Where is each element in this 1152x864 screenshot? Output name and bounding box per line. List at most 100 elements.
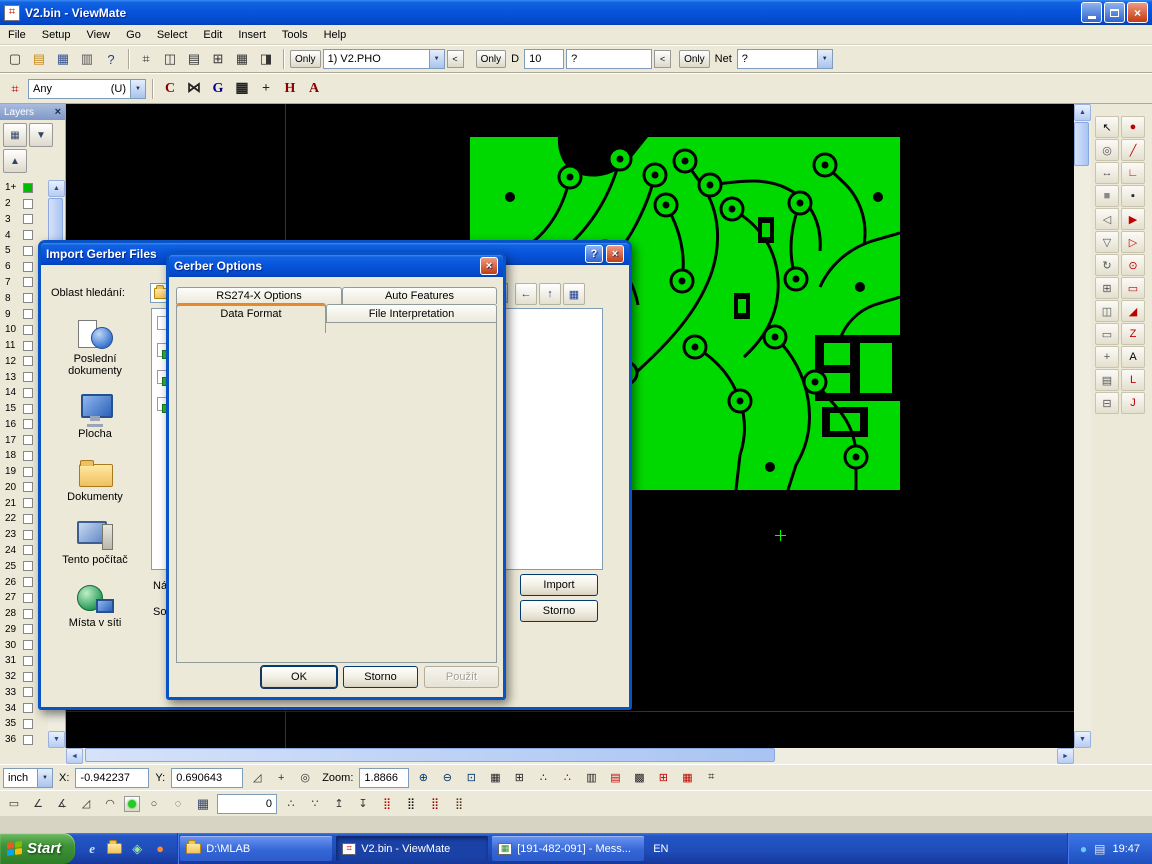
- only-dcode-toggle[interactable]: Only: [476, 50, 507, 68]
- layer-color-swatch[interactable]: [23, 246, 33, 256]
- inspect-icon[interactable]: ◎: [1095, 139, 1119, 161]
- probe-b-icon[interactable]: ◌: [167, 793, 189, 815]
- rotate-icon[interactable]: ↻: [1095, 254, 1119, 276]
- layer-color-swatch[interactable]: [23, 561, 33, 571]
- layer-color-swatch[interactable]: [23, 640, 33, 650]
- pattern-e-icon[interactable]: ▦: [676, 767, 698, 789]
- layer-color-swatch[interactable]: [23, 719, 33, 729]
- draw-line-icon[interactable]: ╱: [1121, 139, 1145, 161]
- swap-layers-button[interactable]: ⋈: [183, 78, 205, 100]
- cancel-button[interactable]: Storno: [343, 666, 418, 688]
- layer-color-swatch[interactable]: [23, 545, 33, 555]
- layer-color-swatch[interactable]: [23, 593, 33, 603]
- menu-item[interactable]: View: [78, 25, 118, 45]
- layer-down-button[interactable]: ▼: [29, 123, 53, 147]
- ok-button[interactable]: OK: [261, 666, 337, 688]
- print-icon[interactable]: ▥: [76, 48, 98, 70]
- import-button[interactable]: Import: [520, 574, 598, 596]
- draw-arrow-icon[interactable]: ▶: [1121, 208, 1145, 230]
- mirror-y-icon[interactable]: ▽: [1095, 231, 1119, 253]
- layer-color-swatch[interactable]: [23, 183, 33, 193]
- vertical-scrollbar[interactable]: ▲ ▼: [1074, 104, 1091, 748]
- layer-color-swatch[interactable]: [23, 435, 33, 445]
- close-icon[interactable]: ×: [480, 257, 498, 275]
- grid-fine-icon[interactable]: ▦: [484, 767, 506, 789]
- open-file-icon[interactable]: ▤: [28, 48, 50, 70]
- origin-cross-icon[interactable]: +: [270, 767, 292, 789]
- menu-item[interactable]: File: [0, 25, 34, 45]
- layer-color-swatch[interactable]: [23, 451, 33, 461]
- select-pointer-icon[interactable]: ↖: [1095, 116, 1119, 138]
- pan-icon[interactable]: ↔: [1095, 162, 1119, 184]
- anchor-down-icon[interactable]: ↧: [352, 793, 374, 815]
- scroll-down-icon[interactable]: ▼: [1074, 731, 1091, 748]
- taskbar-task-mlab[interactable]: D:\MLAB: [180, 836, 332, 861]
- target-icon[interactable]: ◎: [294, 767, 316, 789]
- collapse-icon[interactable]: ⊟: [1095, 392, 1119, 414]
- layer-color-swatch[interactable]: [23, 467, 33, 477]
- scroll-up-icon[interactable]: ▲: [48, 180, 65, 197]
- layer-color-swatch[interactable]: [23, 262, 33, 272]
- layer-row[interactable]: 2: [0, 196, 48, 212]
- menu-item[interactable]: Help: [316, 25, 355, 45]
- align-icon[interactable]: ◫: [1095, 300, 1119, 322]
- taskbar-task-viewmate[interactable]: ⌗ V2.bin - ViewMate: [336, 836, 488, 861]
- layer-select[interactable]: 1) V2.PHO▼: [323, 49, 445, 69]
- grid-settings-icon[interactable]: ⊞: [207, 48, 229, 70]
- menu-item[interactable]: Setup: [34, 25, 79, 45]
- menu-item[interactable]: Tools: [274, 25, 316, 45]
- layer-color-swatch[interactable]: [23, 498, 33, 508]
- scroll-right-icon[interactable]: ►: [1057, 748, 1074, 764]
- dot-grid-alt-icon[interactable]: ∵: [304, 793, 326, 815]
- cancel-button[interactable]: Storno: [520, 600, 598, 622]
- arc-measure-icon[interactable]: ◠: [99, 793, 121, 815]
- apply-button[interactable]: Použít: [424, 666, 499, 688]
- up-folder-icon[interactable]: ↑: [539, 283, 561, 305]
- tab-rs274x-options[interactable]: RS274-X Options: [176, 287, 342, 304]
- scrollbar-thumb[interactable]: [1074, 122, 1089, 166]
- layer-color-swatch[interactable]: [23, 293, 33, 303]
- layer-color-swatch[interactable]: [23, 325, 33, 335]
- menu-item[interactable]: Edit: [195, 25, 230, 45]
- language-indicator[interactable]: EN: [646, 833, 675, 864]
- menu-item[interactable]: Insert: [230, 25, 274, 45]
- protractor-icon[interactable]: ∡: [51, 793, 73, 815]
- menu-item[interactable]: Go: [118, 25, 149, 45]
- save-file-icon[interactable]: ▦: [52, 48, 74, 70]
- draw-circle-icon[interactable]: ⊙: [1121, 254, 1145, 276]
- layer-color-swatch[interactable]: [23, 687, 33, 697]
- scroll-down-icon[interactable]: ▼: [48, 731, 65, 748]
- layer-row[interactable]: 36: [0, 732, 48, 748]
- tile-red-dots-icon[interactable]: ⣿: [376, 793, 398, 815]
- scroll-left-icon[interactable]: ◄: [66, 748, 83, 764]
- layer-color-swatch[interactable]: [23, 230, 33, 240]
- ie-icon[interactable]: e: [84, 838, 100, 860]
- net-select[interactable]: ?▼: [737, 49, 833, 69]
- pattern-b-icon[interactable]: ▤: [604, 767, 626, 789]
- layer-color-swatch[interactable]: [23, 388, 33, 398]
- place-my-computer[interactable]: Tento počítač: [49, 511, 141, 574]
- mirror-view-icon[interactable]: ◨: [255, 48, 277, 70]
- layer-color-swatch[interactable]: [23, 672, 33, 682]
- layer-pattern-icon[interactable]: ⌗: [4, 78, 26, 100]
- filled-region-icon[interactable]: ■: [1095, 185, 1119, 207]
- prev-layer-button[interactable]: <: [447, 50, 464, 68]
- highlight-h-button[interactable]: H: [279, 78, 301, 100]
- chevron-down-icon[interactable]: ▼: [37, 769, 52, 787]
- anchor-up-icon[interactable]: ↥: [328, 793, 350, 815]
- chevron-down-icon[interactable]: ▼: [130, 80, 145, 98]
- draw-triangle-icon[interactable]: ▷: [1121, 231, 1145, 253]
- help-icon[interactable]: ?: [585, 245, 603, 263]
- grid-step-input[interactable]: 0: [217, 794, 277, 814]
- pattern-c-icon[interactable]: ▩: [628, 767, 650, 789]
- draw-zigzag-icon[interactable]: Z: [1121, 323, 1145, 345]
- show-desktop-icon[interactable]: ◈: [129, 838, 145, 860]
- taskbar-task-messenger[interactable]: ▦ [191-482-091] - Mess...: [492, 836, 644, 861]
- l-shape-tool-icon[interactable]: L: [1121, 369, 1145, 391]
- tile-black-dots-icon[interactable]: ⣿: [400, 793, 422, 815]
- dcode-table-icon[interactable]: ◫: [159, 48, 181, 70]
- pads-dots-icon[interactable]: ∴: [532, 767, 554, 789]
- probe-a-icon[interactable]: ○: [143, 793, 165, 815]
- layer-row[interactable]: 1+: [0, 180, 48, 196]
- close-icon[interactable]: ×: [55, 106, 61, 118]
